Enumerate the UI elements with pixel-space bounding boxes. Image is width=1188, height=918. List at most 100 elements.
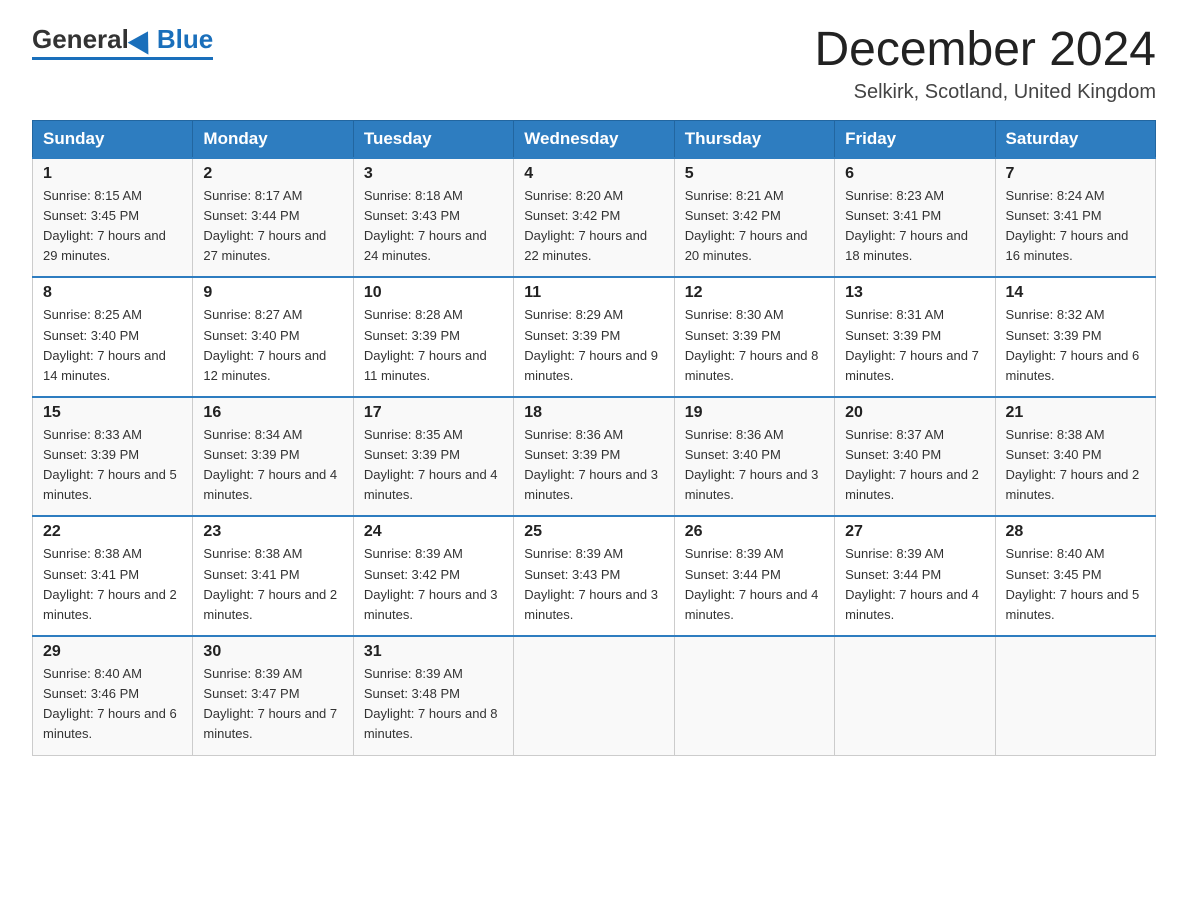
day-info: Sunrise: 8:40 AMSunset: 3:46 PMDaylight:… xyxy=(43,666,177,741)
day-info: Sunrise: 8:32 AMSunset: 3:39 PMDaylight:… xyxy=(1006,307,1140,382)
logo: General Blue xyxy=(32,24,213,60)
calendar-cell: 20 Sunrise: 8:37 AMSunset: 3:40 PMDaylig… xyxy=(835,397,995,517)
day-info: Sunrise: 8:33 AMSunset: 3:39 PMDaylight:… xyxy=(43,427,177,502)
calendar-cell: 3 Sunrise: 8:18 AMSunset: 3:43 PMDayligh… xyxy=(353,158,513,278)
calendar-cell: 27 Sunrise: 8:39 AMSunset: 3:44 PMDaylig… xyxy=(835,516,995,636)
day-header-thursday: Thursday xyxy=(674,120,834,158)
day-info: Sunrise: 8:31 AMSunset: 3:39 PMDaylight:… xyxy=(845,307,979,382)
day-info: Sunrise: 8:21 AMSunset: 3:42 PMDaylight:… xyxy=(685,188,808,263)
calendar-cell: 4 Sunrise: 8:20 AMSunset: 3:42 PMDayligh… xyxy=(514,158,674,278)
day-info: Sunrise: 8:39 AMSunset: 3:44 PMDaylight:… xyxy=(845,546,979,621)
day-number: 23 xyxy=(203,523,342,541)
day-info: Sunrise: 8:39 AMSunset: 3:43 PMDaylight:… xyxy=(524,546,658,621)
calendar-cell: 19 Sunrise: 8:36 AMSunset: 3:40 PMDaylig… xyxy=(674,397,834,517)
day-header-row: SundayMondayTuesdayWednesdayThursdayFrid… xyxy=(33,120,1156,158)
calendar-cell: 17 Sunrise: 8:35 AMSunset: 3:39 PMDaylig… xyxy=(353,397,513,517)
calendar-cell xyxy=(674,636,834,755)
week-row-1: 1 Sunrise: 8:15 AMSunset: 3:45 PMDayligh… xyxy=(33,158,1156,278)
day-number: 1 xyxy=(43,165,182,183)
calendar-cell xyxy=(835,636,995,755)
calendar-header: SundayMondayTuesdayWednesdayThursdayFrid… xyxy=(33,120,1156,158)
main-title: December 2024 xyxy=(814,24,1156,77)
day-info: Sunrise: 8:29 AMSunset: 3:39 PMDaylight:… xyxy=(524,307,658,382)
calendar-cell: 28 Sunrise: 8:40 AMSunset: 3:45 PMDaylig… xyxy=(995,516,1155,636)
day-info: Sunrise: 8:18 AMSunset: 3:43 PMDaylight:… xyxy=(364,188,487,263)
day-number: 2 xyxy=(203,165,342,183)
day-number: 26 xyxy=(685,523,824,541)
day-number: 25 xyxy=(524,523,663,541)
day-info: Sunrise: 8:38 AMSunset: 3:41 PMDaylight:… xyxy=(203,546,337,621)
day-number: 31 xyxy=(364,643,503,661)
calendar-cell: 15 Sunrise: 8:33 AMSunset: 3:39 PMDaylig… xyxy=(33,397,193,517)
logo-underline xyxy=(32,57,213,60)
day-info: Sunrise: 8:27 AMSunset: 3:40 PMDaylight:… xyxy=(203,307,326,382)
calendar-cell: 18 Sunrise: 8:36 AMSunset: 3:39 PMDaylig… xyxy=(514,397,674,517)
calendar-cell: 12 Sunrise: 8:30 AMSunset: 3:39 PMDaylig… xyxy=(674,277,834,397)
day-header-saturday: Saturday xyxy=(995,120,1155,158)
calendar-cell: 29 Sunrise: 8:40 AMSunset: 3:46 PMDaylig… xyxy=(33,636,193,755)
calendar-cell: 7 Sunrise: 8:24 AMSunset: 3:41 PMDayligh… xyxy=(995,158,1155,278)
calendar-cell: 16 Sunrise: 8:34 AMSunset: 3:39 PMDaylig… xyxy=(193,397,353,517)
day-info: Sunrise: 8:24 AMSunset: 3:41 PMDaylight:… xyxy=(1006,188,1129,263)
day-number: 19 xyxy=(685,404,824,422)
day-info: Sunrise: 8:23 AMSunset: 3:41 PMDaylight:… xyxy=(845,188,968,263)
day-number: 20 xyxy=(845,404,984,422)
calendar-cell: 6 Sunrise: 8:23 AMSunset: 3:41 PMDayligh… xyxy=(835,158,995,278)
logo-blue-text: Blue xyxy=(157,24,213,55)
calendar-cell: 24 Sunrise: 8:39 AMSunset: 3:42 PMDaylig… xyxy=(353,516,513,636)
day-number: 5 xyxy=(685,165,824,183)
logo-general-text: General xyxy=(32,24,129,55)
page-header: General Blue December 2024 Selkirk, Scot… xyxy=(32,24,1156,104)
day-number: 17 xyxy=(364,404,503,422)
day-number: 24 xyxy=(364,523,503,541)
calendar-cell: 11 Sunrise: 8:29 AMSunset: 3:39 PMDaylig… xyxy=(514,277,674,397)
day-info: Sunrise: 8:39 AMSunset: 3:42 PMDaylight:… xyxy=(364,546,498,621)
day-number: 8 xyxy=(43,284,182,302)
calendar-cell: 23 Sunrise: 8:38 AMSunset: 3:41 PMDaylig… xyxy=(193,516,353,636)
calendar-cell: 13 Sunrise: 8:31 AMSunset: 3:39 PMDaylig… xyxy=(835,277,995,397)
calendar-cell: 26 Sunrise: 8:39 AMSunset: 3:44 PMDaylig… xyxy=(674,516,834,636)
day-number: 7 xyxy=(1006,165,1145,183)
day-info: Sunrise: 8:36 AMSunset: 3:39 PMDaylight:… xyxy=(524,427,658,502)
calendar-cell: 21 Sunrise: 8:38 AMSunset: 3:40 PMDaylig… xyxy=(995,397,1155,517)
day-number: 16 xyxy=(203,404,342,422)
day-number: 15 xyxy=(43,404,182,422)
day-number: 3 xyxy=(364,165,503,183)
day-number: 12 xyxy=(685,284,824,302)
calendar-cell: 8 Sunrise: 8:25 AMSunset: 3:40 PMDayligh… xyxy=(33,277,193,397)
calendar-body: 1 Sunrise: 8:15 AMSunset: 3:45 PMDayligh… xyxy=(33,158,1156,755)
calendar-cell: 22 Sunrise: 8:38 AMSunset: 3:41 PMDaylig… xyxy=(33,516,193,636)
day-info: Sunrise: 8:36 AMSunset: 3:40 PMDaylight:… xyxy=(685,427,819,502)
calendar-cell: 14 Sunrise: 8:32 AMSunset: 3:39 PMDaylig… xyxy=(995,277,1155,397)
week-row-4: 22 Sunrise: 8:38 AMSunset: 3:41 PMDaylig… xyxy=(33,516,1156,636)
day-number: 27 xyxy=(845,523,984,541)
calendar-cell: 25 Sunrise: 8:39 AMSunset: 3:43 PMDaylig… xyxy=(514,516,674,636)
day-info: Sunrise: 8:38 AMSunset: 3:41 PMDaylight:… xyxy=(43,546,177,621)
day-number: 9 xyxy=(203,284,342,302)
day-header-sunday: Sunday xyxy=(33,120,193,158)
calendar-cell: 9 Sunrise: 8:27 AMSunset: 3:40 PMDayligh… xyxy=(193,277,353,397)
day-header-wednesday: Wednesday xyxy=(514,120,674,158)
location-subtitle: Selkirk, Scotland, United Kingdom xyxy=(814,81,1156,104)
logo-triangle-icon xyxy=(127,25,158,54)
day-info: Sunrise: 8:28 AMSunset: 3:39 PMDaylight:… xyxy=(364,307,487,382)
day-info: Sunrise: 8:25 AMSunset: 3:40 PMDaylight:… xyxy=(43,307,166,382)
day-header-friday: Friday xyxy=(835,120,995,158)
day-info: Sunrise: 8:34 AMSunset: 3:39 PMDaylight:… xyxy=(203,427,337,502)
calendar-cell: 30 Sunrise: 8:39 AMSunset: 3:47 PMDaylig… xyxy=(193,636,353,755)
day-number: 10 xyxy=(364,284,503,302)
day-number: 22 xyxy=(43,523,182,541)
calendar-cell: 10 Sunrise: 8:28 AMSunset: 3:39 PMDaylig… xyxy=(353,277,513,397)
day-info: Sunrise: 8:39 AMSunset: 3:47 PMDaylight:… xyxy=(203,666,337,741)
calendar-cell xyxy=(995,636,1155,755)
week-row-2: 8 Sunrise: 8:25 AMSunset: 3:40 PMDayligh… xyxy=(33,277,1156,397)
day-number: 11 xyxy=(524,284,663,302)
day-number: 14 xyxy=(1006,284,1145,302)
calendar-cell: 2 Sunrise: 8:17 AMSunset: 3:44 PMDayligh… xyxy=(193,158,353,278)
day-info: Sunrise: 8:40 AMSunset: 3:45 PMDaylight:… xyxy=(1006,546,1140,621)
day-header-monday: Monday xyxy=(193,120,353,158)
week-row-3: 15 Sunrise: 8:33 AMSunset: 3:39 PMDaylig… xyxy=(33,397,1156,517)
day-number: 4 xyxy=(524,165,663,183)
week-row-5: 29 Sunrise: 8:40 AMSunset: 3:46 PMDaylig… xyxy=(33,636,1156,755)
calendar-title-area: December 2024 Selkirk, Scotland, United … xyxy=(814,24,1156,104)
